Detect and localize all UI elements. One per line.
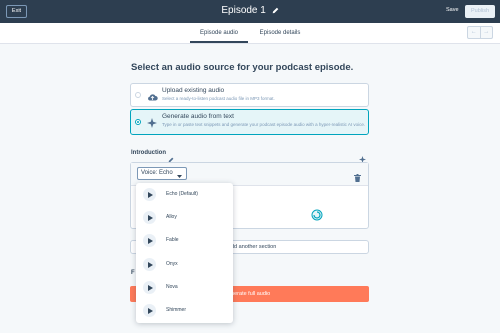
tab-episode-details[interactable]: Episode details bbox=[252, 23, 308, 43]
edit-title-pencil-icon[interactable] bbox=[272, 5, 279, 19]
voice-option-echo[interactable]: Echo (Default) bbox=[136, 183, 233, 206]
voice-name: Fable bbox=[166, 237, 179, 243]
option-description: Type in or paste text snippets and gener… bbox=[162, 122, 366, 127]
voice-select[interactable]: Voice: Echo bbox=[137, 167, 187, 180]
play-icon[interactable] bbox=[143, 234, 156, 247]
pager-arrows: ← → bbox=[467, 26, 493, 39]
voice-option-fable[interactable]: Fable bbox=[136, 229, 233, 252]
section-label-partial: F bbox=[131, 270, 135, 276]
voice-option-shimmer[interactable]: Shimmer bbox=[136, 299, 233, 322]
save-button[interactable]: Save bbox=[446, 7, 459, 13]
play-icon[interactable] bbox=[143, 258, 156, 271]
section-title: Introduction bbox=[131, 150, 166, 156]
episode-title[interactable]: Episode 1 bbox=[221, 5, 265, 16]
option-generate-audio[interactable]: Generate audio from text Type in or past… bbox=[130, 109, 369, 135]
trash-icon[interactable] bbox=[354, 169, 361, 187]
publish-button[interactable]: Publish bbox=[465, 5, 495, 18]
arrow-left-icon[interactable]: ← bbox=[468, 27, 481, 38]
voice-option-nova[interactable]: Nova bbox=[136, 276, 233, 299]
voice-name: Shimmer bbox=[166, 307, 187, 313]
voice-name: Onyx bbox=[166, 261, 178, 267]
voice-name: Alloy bbox=[166, 214, 177, 220]
option-title: Generate audio from text bbox=[162, 113, 234, 120]
arrow-right-icon[interactable]: → bbox=[481, 27, 493, 38]
cloud-upload-icon bbox=[147, 89, 158, 107]
play-icon[interactable] bbox=[143, 304, 156, 317]
tab-bar: Episode audio Episode details ← → bbox=[0, 23, 500, 44]
option-description: Select a ready-to-listen podcast audio f… bbox=[162, 96, 275, 101]
add-section-label: dd another section bbox=[231, 244, 277, 250]
play-icon[interactable] bbox=[143, 281, 156, 294]
upload-radio[interactable] bbox=[135, 92, 141, 98]
tab-episode-audio[interactable]: Episode audio bbox=[190, 23, 248, 43]
loading-spinner-icon bbox=[311, 208, 323, 226]
voice-name: Nova bbox=[166, 284, 178, 290]
episode-title-wrap: Episode 1 bbox=[0, 4, 500, 19]
chevron-down-icon bbox=[177, 172, 182, 183]
page-heading: Select an audio source for your podcast … bbox=[131, 62, 354, 73]
option-title: Upload existing audio bbox=[162, 87, 225, 94]
voice-name: Echo (Default) bbox=[166, 191, 198, 197]
top-bar: Exit Episode 1 Save Publish bbox=[0, 0, 500, 23]
generate-radio[interactable] bbox=[135, 119, 141, 125]
sparkle-icon bbox=[147, 115, 157, 133]
option-upload-audio[interactable]: Upload existing audio Select a ready-to-… bbox=[130, 83, 369, 107]
play-icon[interactable] bbox=[143, 211, 156, 224]
voice-option-alloy[interactable]: Alloy bbox=[136, 206, 233, 229]
voice-select-value: Voice: Echo bbox=[141, 170, 173, 176]
voice-option-onyx[interactable]: Onyx bbox=[136, 253, 233, 276]
voice-dropdown-menu: Echo (Default) Alloy Fable Onyx Nova Shi… bbox=[136, 183, 233, 323]
play-icon[interactable] bbox=[143, 188, 156, 201]
generate-label: enerate full audio bbox=[228, 291, 271, 297]
